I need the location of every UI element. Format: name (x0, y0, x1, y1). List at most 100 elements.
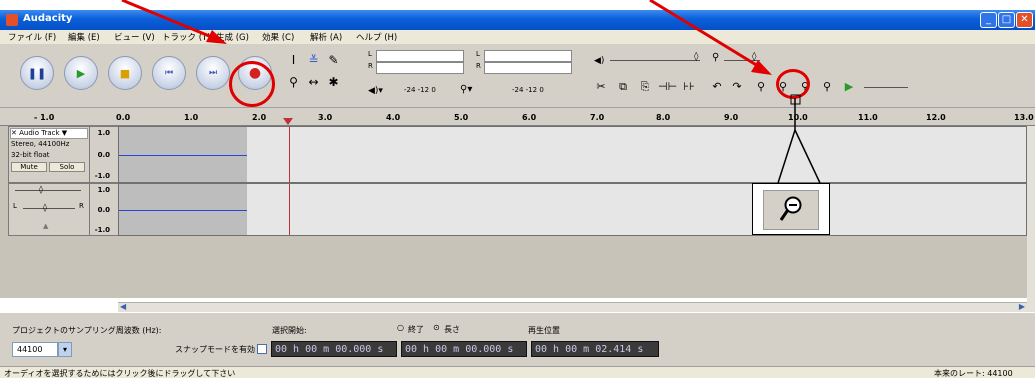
menu-analyze[interactable]: 解析 (A) (310, 31, 342, 43)
menu-effect[interactable]: 効果 (C) (262, 31, 294, 43)
menu-view[interactable]: ビュー (V) (114, 31, 155, 43)
play-button[interactable]: ▶ (64, 56, 98, 90)
selection-start-time[interactable]: 00 h 00 m 00.000 s (271, 341, 397, 357)
track-menu-arrow-icon: ▼ (61, 129, 68, 137)
close-icon[interactable]: ✕ (1016, 12, 1033, 28)
silence-icon[interactable]: ⊦⊦ (680, 78, 698, 96)
play-at-speed-icon[interactable]: ▶ (840, 78, 858, 96)
track-menu-button[interactable]: ✕ Audio Track ▼ (10, 128, 88, 139)
zoom-out-callout (752, 183, 830, 235)
status-hint: オーディオを選択するためにはクリック後にドラッグして下さい (4, 369, 236, 378)
horizontal-scrollbar[interactable]: ◀ ▶ (118, 302, 1027, 312)
copy-icon[interactable]: ⧉ (614, 78, 632, 96)
track-format-info: Stereo, 44100Hz (11, 140, 70, 148)
cut-icon[interactable]: ✂ (592, 78, 610, 96)
redo-icon[interactable]: ↷ (728, 78, 746, 96)
scale-label: -1.0 (94, 226, 110, 234)
playhead-marker-icon[interactable] (283, 118, 293, 125)
ruler-label: 10.0 (788, 113, 808, 122)
waveform-line (119, 155, 247, 156)
waveform-area[interactable] (118, 126, 1027, 183)
snap-mode-label: スナップモードを有効 (175, 345, 255, 354)
audio-track-right-channel: ◊ L ◊ R ▲ 1.0 0.0 -1.0 (0, 183, 1027, 236)
solo-button[interactable]: Solo (49, 162, 85, 172)
minimize-icon[interactable]: _ (980, 12, 997, 28)
menu-file[interactable]: ファイル (F) (8, 31, 56, 43)
track-control-panel: ◊ L ◊ R ▲ (8, 183, 90, 236)
output-volume-icon: ◀) (594, 56, 605, 66)
pan-thumb[interactable]: ◊ (43, 203, 47, 212)
multi-tool-icon[interactable]: ✱ (325, 74, 342, 91)
play-position-time[interactable]: 00 h 00 m 02.414 s (531, 341, 659, 357)
mute-button[interactable]: Mute (11, 162, 47, 172)
zoom-in-icon[interactable]: ⚲ (752, 78, 770, 96)
toolbar-area: ❚❚ ▶ ■ ⏮ ⏭ ● I ≚ ✎ ⚲ ↔ ✱ L R L R ◀)▾ -24… (0, 44, 1035, 108)
draw-tool-icon[interactable]: ✎ (325, 52, 342, 69)
ruler-label: 13.0 (1014, 113, 1034, 122)
meter-toolbar: L R L R ◀)▾ -24 -12 0 ⚲▾ -24 -12 0 (364, 48, 576, 104)
ruler-label: 6.0 (522, 113, 537, 122)
snap-mode-checkbox[interactable] (257, 344, 267, 354)
play-speed-slider[interactable] (864, 87, 908, 88)
menu-tracks[interactable]: トラック (T) (162, 31, 211, 43)
scale-label: 1.0 (97, 129, 110, 137)
timeline-ruler[interactable]: - 1.0 0.0 1.0 2.0 3.0 4.0 5.0 6.0 7.0 8.… (0, 108, 1035, 126)
ruler-label: 7.0 (590, 113, 605, 122)
vertical-scrollbar[interactable] (1027, 126, 1035, 312)
skip-start-icon: ⏮ (164, 68, 174, 78)
output-volume-slider[interactable] (610, 60, 700, 61)
menu-bar: ファイル (F) 編集 (E) ビュー (V) トラック (T) 生成 (G) … (0, 30, 1035, 44)
input-volume-icon: ⚲ (712, 52, 720, 63)
waveform-area[interactable] (118, 183, 1027, 236)
zoom-tool-icon[interactable]: ⚲ (285, 74, 302, 91)
menu-edit[interactable]: 編集 (E) (68, 31, 100, 43)
pause-button[interactable]: ❚❚ (20, 56, 54, 90)
fit-project-icon[interactable]: ⚲ (818, 78, 836, 96)
track-close-icon[interactable]: ✕ (11, 129, 17, 137)
scroll-right-icon[interactable]: ▶ (1019, 302, 1025, 311)
playback-meter-right (376, 62, 464, 74)
mic-icon[interactable]: ⚲▾ (460, 84, 472, 95)
output-volume-thumb[interactable]: ◊ (694, 52, 698, 62)
title-bar: Audacity _ □ ✕ (0, 10, 1035, 30)
scroll-left-icon[interactable]: ◀ (120, 302, 126, 311)
pan-left-label: L (13, 202, 17, 210)
play-cursor (289, 184, 290, 235)
paste-icon[interactable]: ⎘ (636, 78, 654, 96)
ruler-label: 5.0 (454, 113, 469, 122)
gain-thumb[interactable]: ◊ (39, 185, 43, 194)
maximize-icon[interactable]: □ (998, 12, 1015, 28)
selection-tool-icon[interactable]: I (285, 52, 302, 69)
pan-slider[interactable] (23, 208, 75, 209)
end-radio-icon[interactable]: ○ (397, 323, 404, 332)
zoom-out-magnified-icon (763, 190, 819, 230)
scale-label: -1.0 (94, 172, 110, 180)
waveform-line (119, 210, 247, 211)
undo-icon[interactable]: ↶ (708, 78, 726, 96)
speaker-icon[interactable]: ◀)▾ (368, 86, 383, 96)
length-radio-icon[interactable]: ⊙ (433, 323, 440, 332)
envelope-tool-icon[interactable]: ≚ (305, 52, 322, 69)
gain-slider[interactable] (15, 190, 81, 191)
ruler-label: 1.0 (184, 113, 199, 122)
skip-end-button[interactable]: ⏭ (196, 56, 230, 90)
stop-button[interactable]: ■ (108, 56, 142, 90)
ruler-label: - 1.0 (34, 113, 55, 122)
skip-end-icon: ⏭ (208, 68, 218, 78)
trim-icon[interactable]: ⊣⊢ (658, 78, 677, 96)
project-rate-label: プロジェクトのサンプリング周波数 (Hz): (12, 326, 162, 335)
chevron-down-icon[interactable]: ▾ (58, 342, 72, 357)
ruler-label: 0.0 (116, 113, 131, 122)
timeshift-tool-icon[interactable]: ↔ (305, 74, 322, 91)
window-title: Audacity (23, 13, 73, 24)
input-volume-thumb[interactable]: ◊ (752, 52, 756, 62)
skip-start-button[interactable]: ⏮ (152, 56, 186, 90)
collapse-track-icon[interactable]: ▲ (43, 222, 48, 230)
menu-generate[interactable]: 生成 (G) (216, 31, 249, 43)
ruler-label: 2.0 (252, 113, 267, 122)
project-rate-select[interactable]: 44100 (12, 342, 58, 357)
selection-length-time[interactable]: 00 h 00 m 00.000 s (401, 341, 527, 357)
record-meter-left (484, 50, 572, 62)
menu-help[interactable]: ヘルプ (H) (356, 31, 397, 43)
play-icon: ▶ (76, 66, 86, 80)
